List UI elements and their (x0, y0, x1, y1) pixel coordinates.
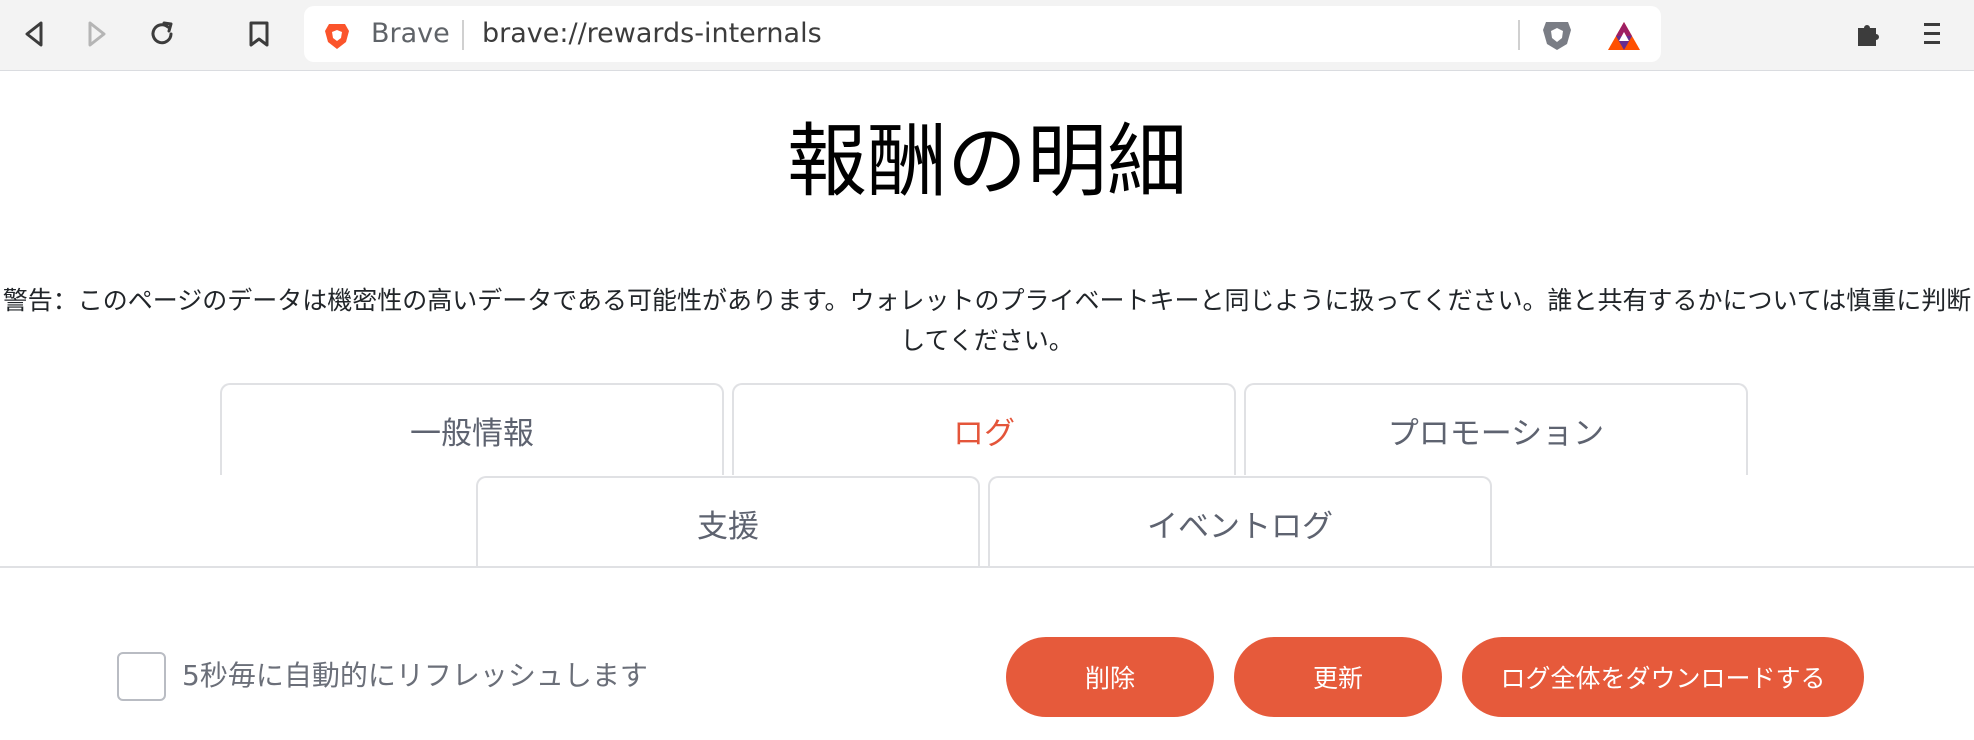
tab-general-info[interactable]: 一般情報 (220, 383, 724, 475)
brave-lion-icon (324, 22, 350, 54)
kebab-menu-icon[interactable] (1910, 12, 1954, 56)
forward-arrow-icon[interactable] (75, 12, 119, 56)
brave-shields-icon[interactable] (1540, 18, 1574, 56)
tab-promotions[interactable]: プロモーション (1244, 383, 1748, 475)
refresh-button[interactable]: 更新 (1234, 637, 1442, 717)
download-button-label: ログ全体をダウンロードする (1500, 664, 1826, 693)
refresh-button-label: 更新 (1312, 664, 1363, 693)
tab-logs[interactable]: ログ (732, 383, 1236, 475)
tab-contributions[interactable]: 支援 (476, 476, 980, 568)
bookmark-icon[interactable] (237, 12, 281, 56)
tab-event-log[interactable]: イベントログ (988, 476, 1492, 568)
address-bar[interactable]: Brave brave://rewards-internals (304, 6, 1661, 62)
auto-refresh-checkbox[interactable] (117, 652, 166, 701)
browser-toolbar: Brave brave://rewards-internals (0, 0, 1974, 71)
tab-label: 支援 (697, 508, 759, 545)
url-text[interactable]: brave://rewards-internals (482, 20, 822, 48)
delete-button-label: 削除 (1084, 664, 1135, 693)
auto-refresh-label: 5秒毎に自動的にリフレッシュします (182, 659, 648, 692)
download-full-log-button[interactable]: ログ全体をダウンロードする (1462, 637, 1864, 717)
tab-label: 一般情報 (410, 415, 534, 452)
tab-label: イベントログ (1147, 508, 1333, 545)
address-separator-right (1518, 20, 1520, 50)
tab-label: ログ (953, 415, 1015, 452)
site-name: Brave (371, 18, 450, 49)
back-arrow-icon[interactable] (12, 12, 56, 56)
tab-divider (0, 566, 1974, 568)
reload-icon[interactable] (140, 12, 184, 56)
page-title: 報酬の明細 (787, 115, 1187, 208)
warning-text: 警告：このページのデータは機密性の高いデータである可能性があります。ウォレットの… (2, 286, 1972, 355)
delete-button[interactable]: 削除 (1006, 637, 1214, 717)
tab-label: プロモーション (1387, 415, 1605, 452)
puzzle-piece-icon[interactable] (1847, 12, 1891, 56)
bat-rewards-icon[interactable] (1606, 20, 1642, 56)
address-separator (462, 20, 464, 50)
